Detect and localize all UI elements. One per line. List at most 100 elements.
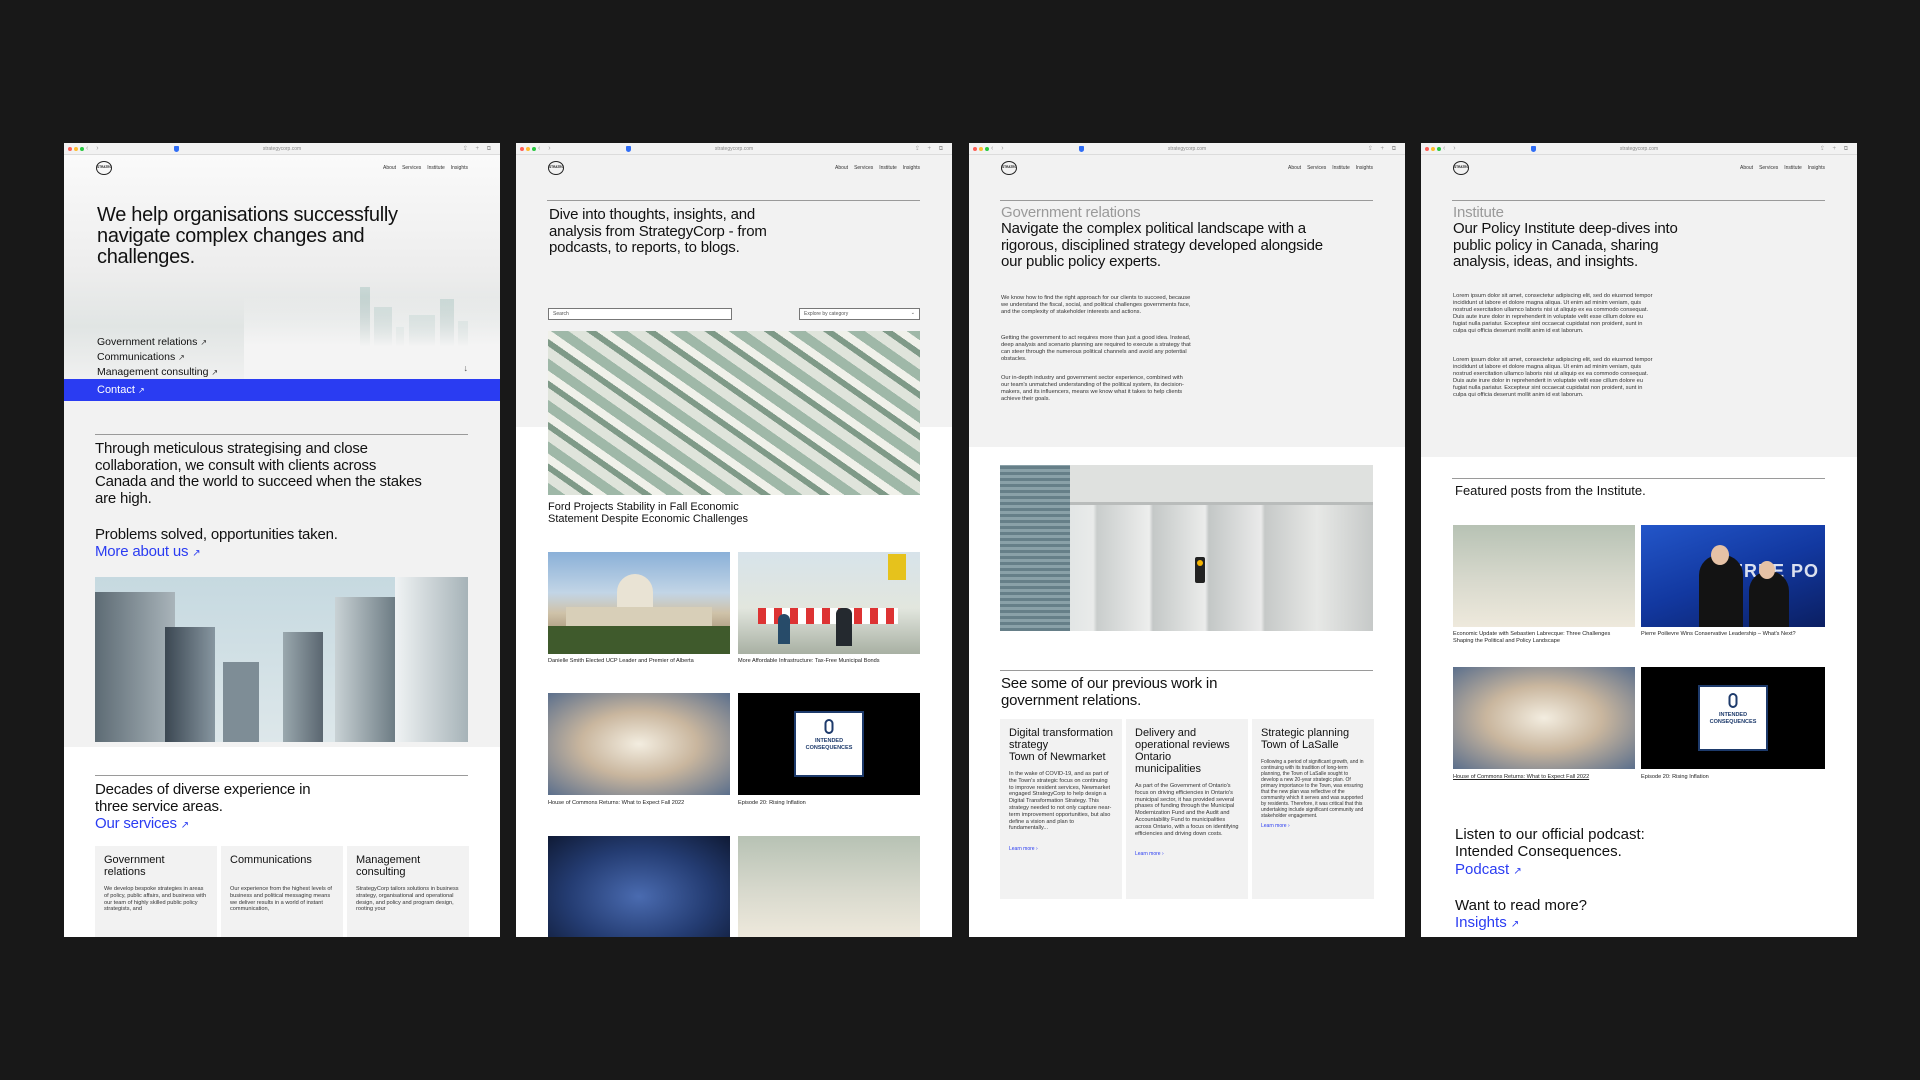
search-input[interactable]: Search <box>548 308 732 320</box>
minimize-window-icon[interactable] <box>979 146 983 151</box>
external-arrow-icon: ↗ <box>1510 919 1520 930</box>
service-links: Government relations ↗ Communications ↗ … <box>97 335 218 380</box>
window-controls[interactable] <box>520 146 536 151</box>
nav-about[interactable]: About <box>1740 165 1753 171</box>
back-forward-icon[interactable]: ‹ › <box>991 144 1007 154</box>
logo[interactable]: STRATEGYCORP <box>548 161 564 175</box>
service-card-management[interactable]: Management consulting StrategyCorp tailo… <box>347 846 469 937</box>
window-controls[interactable] <box>1425 146 1441 151</box>
nav-services[interactable]: Services <box>854 165 873 171</box>
case-card-lasalle[interactable]: Strategic planning Town of LaSalle Follo… <box>1252 719 1374 899</box>
address-bar[interactable]: strategycorp.com <box>263 145 301 153</box>
podcast-link[interactable]: Podcast ↗ <box>1455 861 1522 878</box>
post-image-infrastructure[interactable] <box>738 552 920 654</box>
minimize-window-icon[interactable] <box>526 146 530 151</box>
browser-tools-icon[interactable]: ⇪ + ⧉ <box>915 144 946 154</box>
post-caption[interactable]: Episode 20: Rising Inflation <box>738 800 920 807</box>
nav-about[interactable]: About <box>835 165 848 171</box>
minimize-window-icon[interactable] <box>1431 146 1435 151</box>
main-nav: About Services Institute Insights <box>1288 165 1373 171</box>
back-forward-icon[interactable]: ‹ › <box>1443 144 1459 154</box>
browser-tools-icon[interactable]: ⇪ + ⧉ <box>1820 144 1851 154</box>
window-controls[interactable] <box>68 146 84 151</box>
maximize-window-icon[interactable] <box>532 146 536 151</box>
nav-about[interactable]: About <box>383 165 396 171</box>
building-image <box>1000 465 1373 631</box>
address-bar[interactable]: strategycorp.com <box>1168 145 1206 153</box>
browser-toolbar: ‹ › strategycorp.com ⇪ + ⧉ <box>1421 143 1857 155</box>
post-image-panel[interactable] <box>548 836 730 937</box>
service-card-government[interactable]: Government relations We develop bespoke … <box>95 846 217 937</box>
post-image-commons[interactable] <box>1453 667 1635 769</box>
post-caption[interactable]: Danielle Smith Elected UCP Leader and Pr… <box>548 658 730 665</box>
contact-button[interactable]: Contact ↗ <box>64 379 500 401</box>
service-card-communications[interactable]: Communications Our experience from the h… <box>221 846 343 937</box>
browser-tools-icon[interactable]: ⇪ + ⧉ <box>463 144 494 154</box>
logo[interactable]: STRATEGYCORP <box>1001 161 1017 175</box>
about-link[interactable]: More about us ↗ <box>95 543 201 563</box>
case-card-ontario[interactable]: Delivery and operational reviews Ontario… <box>1126 719 1248 899</box>
post-caption[interactable]: More Affordable Infrastructure: Tax-Free… <box>738 658 920 665</box>
nav-insights[interactable]: Insights <box>1356 165 1373 171</box>
close-window-icon[interactable] <box>1425 146 1429 151</box>
minimize-window-icon[interactable] <box>74 146 78 151</box>
learn-more-link[interactable]: Learn more › <box>1261 823 1365 829</box>
nav-services[interactable]: Services <box>402 165 421 171</box>
address-bar[interactable]: strategycorp.com <box>1620 145 1658 153</box>
learn-more-link[interactable]: Learn more › <box>1135 851 1239 857</box>
nav-institute[interactable]: Institute <box>1332 165 1350 171</box>
logo[interactable]: STRATEGYCORP <box>96 161 112 175</box>
nav-institute[interactable]: Institute <box>427 165 445 171</box>
post-caption[interactable]: House of Commons Returns: What to Expect… <box>548 800 730 807</box>
category-select[interactable]: Explore by category ⌄ <box>799 308 920 320</box>
post-image-podcast[interactable]: INTENDED CONSEQUENCES <box>738 693 920 795</box>
traffic-light-icon <box>1195 557 1205 583</box>
address-bar[interactable]: strategycorp.com <box>715 145 753 153</box>
post-image-paper[interactable] <box>738 836 920 937</box>
nav-services[interactable]: Services <box>1307 165 1326 171</box>
feature-image[interactable] <box>548 331 920 495</box>
maximize-window-icon[interactable] <box>80 146 84 151</box>
post-caption[interactable]: Episode 20: Rising Inflation <box>1641 774 1825 781</box>
nav-insights[interactable]: Insights <box>1808 165 1825 171</box>
nav-institute[interactable]: Institute <box>1784 165 1802 171</box>
window-controls[interactable] <box>973 146 989 151</box>
privacy-shield-icon[interactable] <box>174 146 179 152</box>
service-link-management[interactable]: Management consulting ↗ <box>97 365 218 380</box>
post-image-capitol[interactable] <box>548 552 730 654</box>
nav-insights[interactable]: Insights <box>451 165 468 171</box>
nav-services[interactable]: Services <box>1759 165 1778 171</box>
maximize-window-icon[interactable] <box>985 146 989 151</box>
nav-about[interactable]: About <box>1288 165 1301 171</box>
browser-tools-icon[interactable]: ⇪ + ⧉ <box>1368 144 1399 154</box>
divider <box>1000 200 1373 201</box>
post-image-commons[interactable] <box>548 693 730 795</box>
post-image-podcast[interactable]: INTENDED CONSEQUENCES <box>1641 667 1825 769</box>
scroll-down-icon[interactable]: ↓ <box>464 363 469 373</box>
privacy-shield-icon[interactable] <box>1079 146 1084 152</box>
insights-link[interactable]: Insights ↗ <box>1455 914 1519 931</box>
post-caption[interactable]: Pierre Poilievre Wins Conservative Leade… <box>1641 631 1825 638</box>
logo[interactable]: STRATEGYCORP <box>1453 161 1469 175</box>
close-window-icon[interactable] <box>520 146 524 151</box>
maximize-window-icon[interactable] <box>1437 146 1441 151</box>
back-forward-icon[interactable]: ‹ › <box>538 144 554 154</box>
feature-caption[interactable]: Ford Projects Stability in Fall Economic… <box>548 501 778 525</box>
divider <box>1452 200 1825 201</box>
back-forward-icon[interactable]: ‹ › <box>86 144 102 154</box>
post-caption[interactable]: House of Commons Returns: What to Expect… <box>1453 774 1635 781</box>
close-window-icon[interactable] <box>68 146 72 151</box>
privacy-shield-icon[interactable] <box>626 146 631 152</box>
services-link[interactable]: Our services ↗ <box>95 815 189 835</box>
privacy-shield-icon[interactable] <box>1531 146 1536 152</box>
nav-institute[interactable]: Institute <box>879 165 897 171</box>
nav-insights[interactable]: Insights <box>903 165 920 171</box>
post-image-economic[interactable] <box>1453 525 1635 627</box>
post-caption[interactable]: Economic Update with Sebastien Labrecque… <box>1453 631 1628 645</box>
learn-more-link[interactable]: Learn more › <box>1009 846 1113 852</box>
post-image-leadership[interactable]: ERRE PO <box>1641 525 1825 627</box>
service-link-government[interactable]: Government relations ↗ <box>97 335 218 350</box>
case-card-newmarket[interactable]: Digital transformation strategy Town of … <box>1000 719 1122 899</box>
service-link-communications[interactable]: Communications ↗ <box>97 350 218 365</box>
close-window-icon[interactable] <box>973 146 977 151</box>
